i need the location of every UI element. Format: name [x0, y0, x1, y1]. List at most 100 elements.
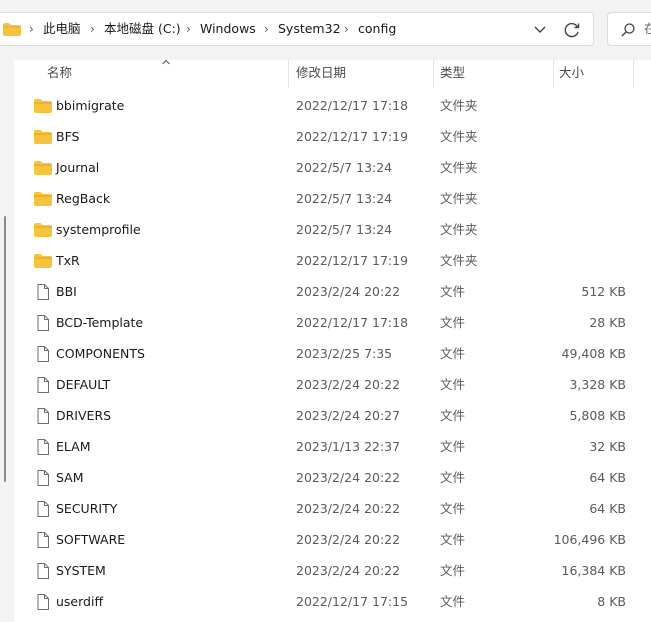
- file-row[interactable]: BFS 2022/12/17 17:19 文件夹: [14, 121, 651, 152]
- file-type: 文件: [440, 408, 466, 423]
- navigation-pane-edge: [0, 60, 14, 622]
- file-size: 32 KB: [589, 439, 626, 454]
- file-row[interactable]: Journal 2022/5/7 13:24 文件夹: [14, 152, 651, 183]
- file-name: SOFTWARE: [56, 532, 126, 547]
- file-type: 文件: [440, 315, 466, 330]
- file-row[interactable]: COMPONENTS 2023/2/25 7:35 文件 49,408 KB: [14, 338, 651, 369]
- file-size: 5,808 KB: [569, 408, 626, 423]
- file-icon: [37, 284, 49, 300]
- file-icon: [37, 408, 49, 424]
- file-row[interactable]: userdiff 2022/12/17 17:15 文件 8 KB: [14, 586, 651, 617]
- folder-icon: [34, 161, 52, 175]
- breadcrumb-separator: ›: [29, 22, 34, 36]
- file-name: TxR: [56, 253, 80, 268]
- file-name: BBI: [56, 284, 77, 299]
- column-type[interactable]: 类型: [440, 60, 465, 88]
- column-modified[interactable]: 修改日期: [296, 60, 346, 88]
- file-icon: [37, 532, 49, 548]
- chevron-down-icon[interactable]: [530, 19, 550, 39]
- file-name: bbimigrate: [56, 98, 125, 113]
- file-modified: 2023/2/25 7:35: [296, 346, 393, 361]
- column-header: 名称 修改日期 类型 大小: [14, 59, 651, 88]
- address-bar[interactable]: › 此电脑 › 本地磁盘 (C:) › Windows › System32 ›…: [0, 12, 594, 46]
- file-modified: 2023/2/24 20:22: [296, 532, 401, 547]
- file-row[interactable]: BBI 2023/2/24 20:22 文件 512 KB: [14, 276, 651, 307]
- file-icon: [37, 470, 49, 486]
- file-size: 106,496 KB: [553, 532, 626, 547]
- file-icon: [37, 346, 49, 362]
- file-type: 文件: [440, 284, 466, 299]
- file-row[interactable]: DRIVERS 2023/2/24 20:27 文件 5,808 KB: [14, 400, 651, 431]
- file-row[interactable]: SOFTWARE 2023/2/24 20:22 文件 106,496 KB: [14, 524, 651, 555]
- file-row[interactable]: SYSTEM 2023/2/24 20:22 文件 16,384 KB: [14, 555, 651, 586]
- file-size: [534, 90, 626, 121]
- file-modified: 2022/12/17 17:18: [296, 98, 409, 113]
- file-icon: [37, 594, 49, 610]
- file-name: SECURITY: [56, 501, 118, 516]
- breadcrumb-separator: ›: [264, 22, 269, 36]
- file-size: 49,408 KB: [561, 346, 626, 361]
- file-name: SAM: [56, 470, 84, 485]
- file-size: 28 KB: [589, 315, 626, 330]
- breadcrumb-windows[interactable]: Windows: [200, 13, 256, 45]
- search-box[interactable]: 在: [607, 12, 651, 46]
- file-row[interactable]: bbimigrate 2022/12/17 17:18 文件夹: [14, 90, 651, 121]
- file-modified: 2022/12/17 17:19: [296, 253, 409, 268]
- file-type: 文件夹: [440, 191, 478, 206]
- file-type: 文件: [440, 594, 466, 609]
- file-modified: 2023/2/24 20:22: [296, 284, 401, 299]
- file-type: 文件夹: [440, 253, 478, 268]
- file-type: 文件夹: [440, 98, 478, 113]
- file-name: BCD-Template: [56, 315, 144, 330]
- column-divider[interactable]: [288, 60, 289, 88]
- file-row[interactable]: RegBack 2022/5/7 13:24 文件夹: [14, 183, 651, 214]
- folder-icon: [3, 23, 21, 36]
- file-size: 16,384 KB: [561, 563, 626, 578]
- file-modified: 2022/5/7 13:24: [296, 191, 393, 206]
- file-row[interactable]: SECURITY 2023/2/24 20:22 文件 64 KB: [14, 493, 651, 524]
- file-modified: 2022/5/7 13:24: [296, 160, 393, 175]
- file-modified: 2023/2/24 20:22: [296, 470, 401, 485]
- refresh-icon[interactable]: [561, 19, 583, 41]
- file-row[interactable]: systemprofile 2022/5/7 13:24 文件夹: [14, 214, 651, 245]
- column-divider[interactable]: [633, 60, 634, 88]
- folder-icon: [34, 99, 52, 113]
- file-icon: [37, 501, 49, 517]
- file-modified: 2022/5/7 13:24: [296, 222, 393, 237]
- breadcrumb-system32[interactable]: System32: [278, 13, 341, 45]
- file-modified: 2023/2/24 20:22: [296, 501, 401, 516]
- file-type: 文件: [440, 501, 466, 516]
- file-name: Journal: [56, 160, 100, 175]
- file-name: COMPONENTS: [56, 346, 145, 361]
- file-name: ELAM: [56, 439, 91, 454]
- file-row[interactable]: TxR 2022/12/17 17:19 文件夹: [14, 245, 651, 276]
- file-size: [534, 245, 626, 276]
- breadcrumb-this-pc[interactable]: 此电脑: [43, 13, 81, 45]
- file-size: 64 KB: [589, 470, 626, 485]
- navigation-pane-scrollbar[interactable]: [4, 216, 6, 482]
- file-row[interactable]: BCD-Template 2022/12/17 17:18 文件 28 KB: [14, 307, 651, 338]
- column-divider[interactable]: [553, 60, 554, 88]
- folder-icon: [34, 130, 52, 144]
- folder-icon: [34, 223, 52, 237]
- file-modified: 2023/2/24 20:27: [296, 408, 401, 423]
- file-modified: 2022/12/17 17:19: [296, 129, 409, 144]
- column-divider[interactable]: [433, 60, 434, 88]
- file-type: 文件: [440, 439, 466, 454]
- file-type: 文件夹: [440, 222, 478, 237]
- breadcrumb-local-disk[interactable]: 本地磁盘 (C:): [104, 13, 181, 45]
- breadcrumb-config[interactable]: config: [358, 13, 396, 45]
- file-row[interactable]: DEFAULT 2023/2/24 20:22 文件 3,328 KB: [14, 369, 651, 400]
- breadcrumb-separator: ›: [186, 22, 191, 36]
- file-size: [534, 152, 626, 183]
- file-size: 64 KB: [589, 501, 626, 516]
- column-size[interactable]: 大小: [559, 60, 584, 88]
- file-modified: 2023/2/24 20:22: [296, 563, 401, 578]
- file-row[interactable]: ELAM 2023/1/13 22:37 文件 32 KB: [14, 431, 651, 462]
- sort-ascending-icon: [162, 59, 170, 65]
- file-row[interactable]: SAM 2023/2/24 20:22 文件 64 KB: [14, 462, 651, 493]
- file-modified: 2023/2/24 20:22: [296, 377, 401, 392]
- file-name: DRIVERS: [56, 408, 112, 423]
- column-name[interactable]: 名称: [47, 60, 72, 88]
- file-type: 文件: [440, 470, 466, 485]
